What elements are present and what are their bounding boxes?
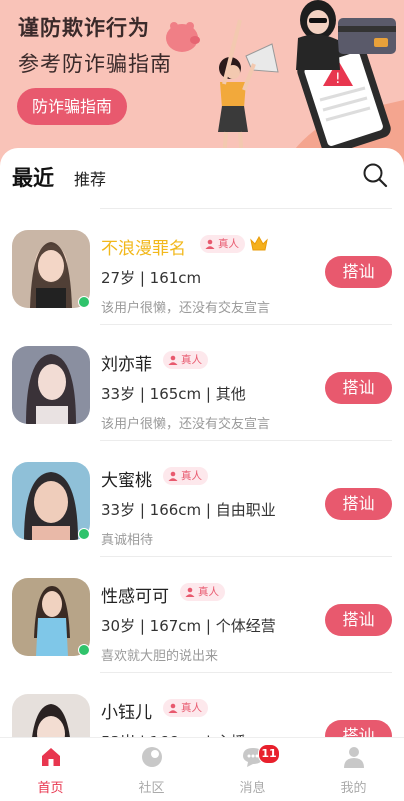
chat-button[interactable]: 搭讪 (325, 372, 392, 404)
nav-home[interactable]: 首页 (0, 738, 101, 801)
home-icon (41, 748, 60, 766)
verified-badge: 真人 (163, 699, 208, 717)
feed-tabs: 最近 推荐 (12, 160, 106, 192)
person-icon (168, 471, 178, 481)
avatar[interactable] (12, 578, 90, 656)
nav-label: 消息 (239, 781, 266, 796)
verified-badge: 真人 (163, 467, 208, 485)
user-motto: 该用户很懒，还没有交友宣言 (101, 301, 271, 316)
anti-fraud-guide-button[interactable]: 防诈骗指南 (17, 88, 127, 125)
person-icon (168, 355, 178, 365)
user-name: 性感可可 (101, 587, 169, 607)
online-indicator (78, 644, 90, 656)
verified-label: 真人 (181, 702, 202, 714)
nav-label: 首页 (37, 781, 64, 796)
banner-illustration: ! (166, 0, 404, 170)
tab-recent[interactable]: 最近 (12, 162, 54, 192)
bottom-nav: 首页 社区 11 消息 我的 (0, 738, 404, 801)
user-name: 小钰儿 (101, 703, 152, 723)
user-name: 不浪漫罪名 (101, 239, 186, 259)
nav-community[interactable]: 社区 (101, 738, 202, 801)
nav-label: 我的 (340, 781, 367, 796)
nav-messages[interactable]: 11 消息 (202, 738, 303, 801)
banner-subtitle: 参考防诈骗指南 (18, 52, 172, 76)
verified-badge: 真人 (200, 235, 245, 253)
user-info: 27岁 | 161cm (101, 269, 202, 287)
list-item[interactable]: 不浪漫罪名 真人 27岁 | 161cm 该用户很懒，还没有交友宣言 搭讪 (0, 208, 404, 324)
user-info: 33岁 | 165cm | 其他 (101, 385, 246, 403)
verified-badge: 真人 (163, 351, 208, 369)
list-item[interactable]: 性感可可 真人 30岁 | 167cm | 个体经营 喜欢就大胆的说出来 搭讪 (0, 556, 404, 672)
person-icon (185, 587, 195, 597)
list-item[interactable]: 刘亦菲 真人 33岁 | 165cm | 其他 该用户很懒，还没有交友宣言 搭讪 (0, 324, 404, 440)
chat-button[interactable]: 搭讪 (325, 256, 392, 288)
user-motto: 喜欢就大胆的说出来 (101, 649, 219, 664)
online-indicator (78, 528, 90, 540)
person-icon (205, 239, 215, 249)
planet-icon (141, 747, 162, 767)
avatar[interactable] (12, 230, 90, 308)
user-info: 33岁 | 166cm | 自由职业 (101, 501, 276, 519)
user-motto: 真诚相待 (101, 533, 154, 548)
anti-fraud-banner[interactable]: 谨防欺诈行为 参考防诈骗指南 防诈骗指南 ! (0, 0, 404, 170)
verified-label: 真人 (181, 470, 202, 482)
person-icon (168, 703, 178, 713)
nav-label: 社区 (138, 781, 165, 796)
avatar[interactable] (12, 462, 90, 540)
avatar[interactable] (12, 346, 90, 424)
search-icon[interactable] (362, 162, 388, 188)
unread-badge: 11 (258, 744, 280, 764)
user-info: 30岁 | 167cm | 个体经营 (101, 617, 276, 635)
chat-button[interactable]: 搭讪 (325, 604, 392, 636)
chat-button[interactable]: 搭讪 (325, 488, 392, 520)
online-indicator (78, 296, 90, 308)
verified-label: 真人 (198, 586, 219, 598)
crown-icon (250, 235, 268, 251)
nav-mine[interactable]: 我的 (303, 738, 404, 801)
svg-text:!: ! (335, 71, 341, 87)
list-item[interactable]: 大蜜桃 真人 33岁 | 166cm | 自由职业 真诚相待 搭讪 (0, 440, 404, 556)
user-name: 大蜜桃 (101, 471, 152, 491)
user-motto: 该用户很懒，还没有交友宣言 (101, 417, 271, 432)
user-name: 刘亦菲 (101, 355, 152, 375)
verified-label: 真人 (181, 354, 202, 366)
user-icon (343, 747, 364, 768)
banner-title: 谨防欺诈行为 (18, 16, 150, 40)
tab-recommend[interactable]: 推荐 (74, 166, 106, 192)
verified-badge: 真人 (180, 583, 225, 601)
verified-label: 真人 (218, 238, 239, 250)
